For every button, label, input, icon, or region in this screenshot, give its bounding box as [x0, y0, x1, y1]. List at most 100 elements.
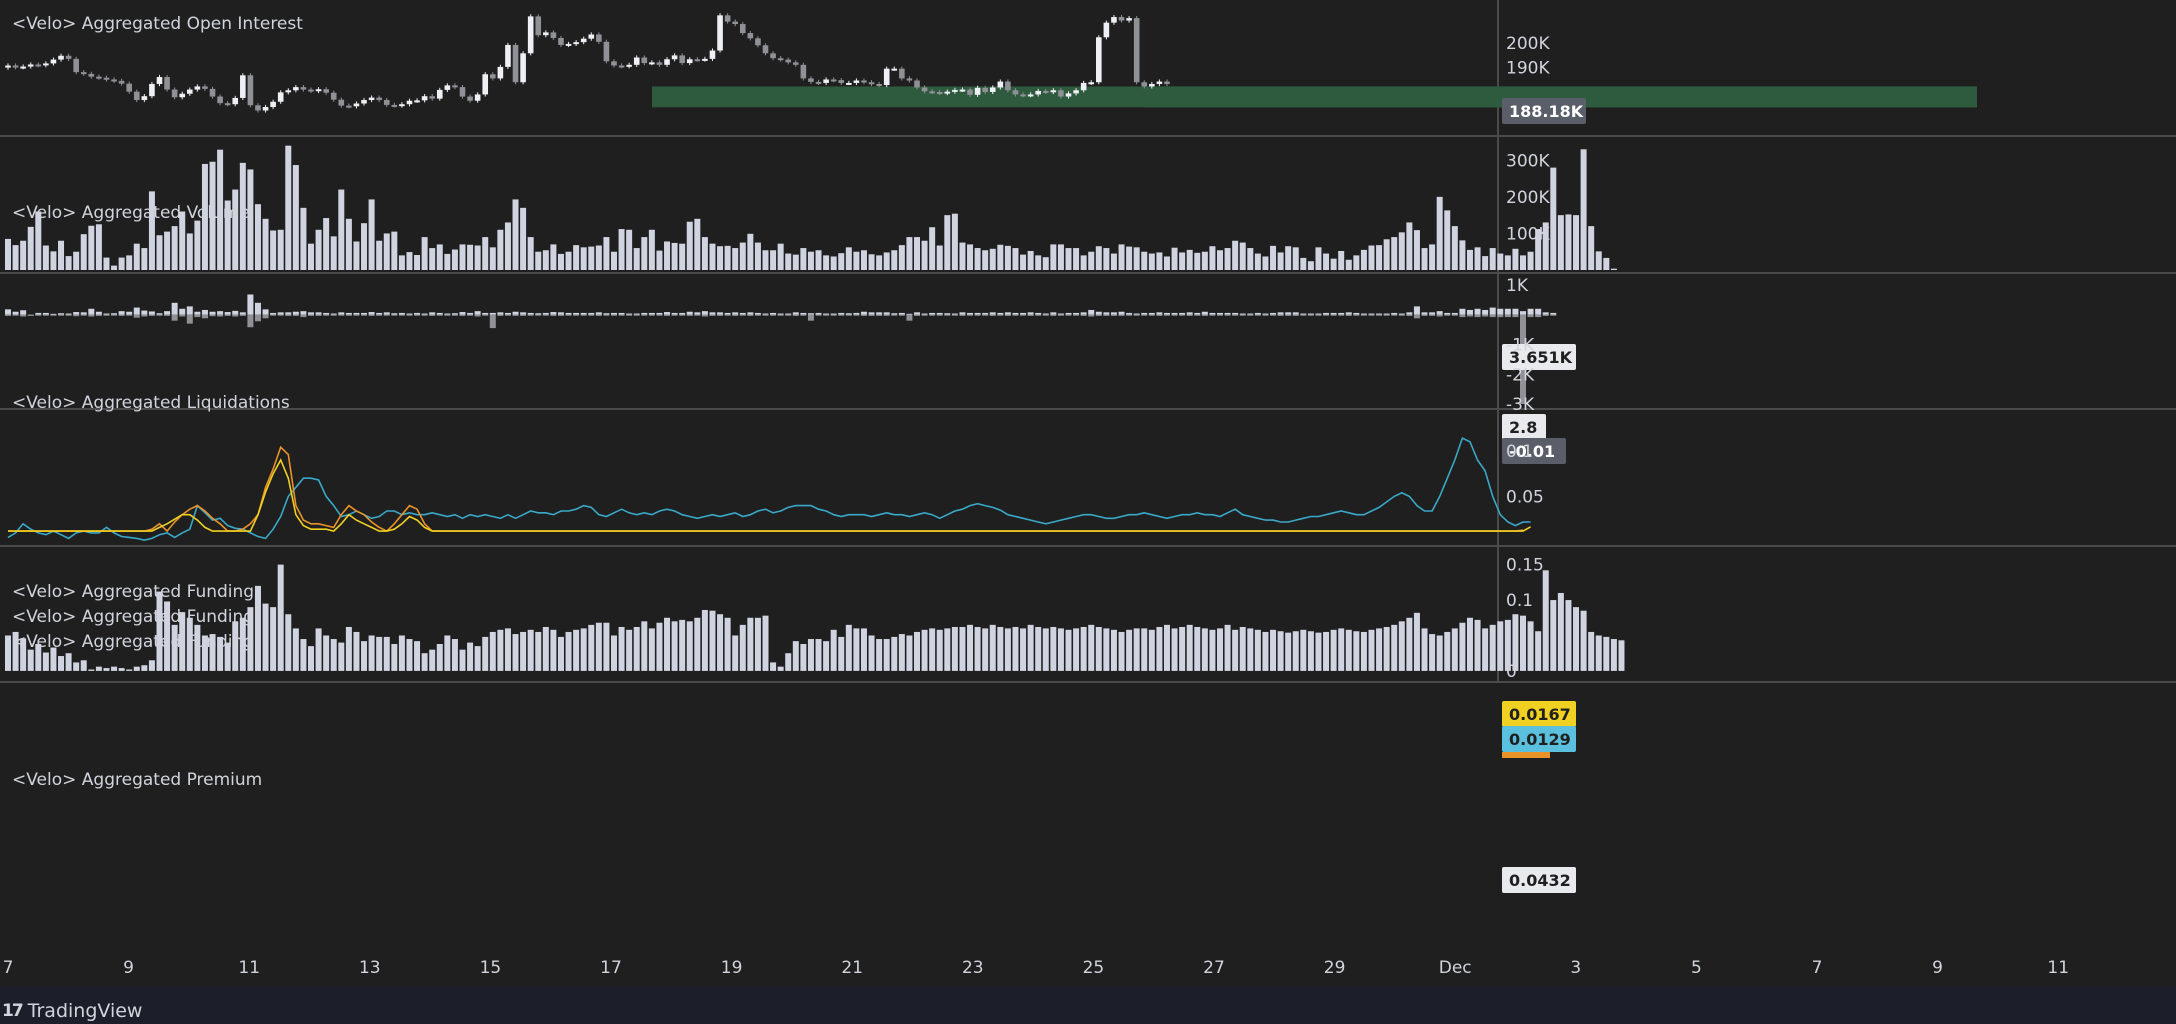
liquidation-short-bar [398, 314, 405, 316]
premium-bar [1603, 636, 1610, 671]
liquidation-short-bar [73, 314, 80, 317]
oi-candle [293, 87, 299, 91]
premium-bar [436, 643, 443, 671]
oi-candle [414, 100, 420, 103]
liquidation-long-bar [1338, 312, 1345, 315]
liquidation-short-bar [459, 314, 466, 316]
oi-candle [482, 74, 489, 95]
oi-candle [262, 106, 269, 111]
volume-bar [292, 165, 299, 270]
liquidation-long-bar [1489, 307, 1496, 315]
oi-candle [474, 94, 481, 101]
liquidation-long-bar [679, 312, 686, 315]
liquidation-short-bar [345, 314, 352, 316]
premium-bar [1148, 629, 1155, 671]
liquidation-short-bar [512, 314, 519, 316]
oi-candle [65, 55, 72, 59]
premium-bar [111, 666, 118, 671]
premium-bar [1050, 626, 1057, 671]
liquidation-short-bar [944, 314, 951, 316]
volume-bar [1194, 252, 1201, 270]
oi-candle [490, 74, 496, 79]
premium-bar [1421, 628, 1428, 671]
volume-bar [701, 237, 708, 270]
premium-bar [641, 621, 648, 671]
oi-candle [550, 32, 557, 38]
liquidation-short-bar [671, 314, 678, 316]
liquidation-short-bar [1217, 314, 1223, 316]
volume-bar [815, 250, 822, 270]
liquidation-long-bar [1474, 308, 1481, 315]
premium-bar [80, 660, 87, 671]
premium-bar [550, 629, 557, 671]
volume-bar [444, 253, 451, 270]
volume-bar [785, 253, 792, 270]
oi-candle [27, 64, 34, 67]
time-label: 21 [841, 958, 863, 978]
liquidation-short-bar [414, 314, 421, 316]
premium-bar [845, 624, 852, 671]
liquidation-long-bar [906, 313, 913, 315]
premium-bar [944, 628, 951, 671]
volume-bar [1232, 240, 1239, 270]
premium-bar [1277, 631, 1284, 671]
liquidation-short-bar [164, 314, 171, 316]
liquidation-long-bar [406, 313, 413, 315]
oi-candle [899, 68, 905, 79]
oi-candle [1020, 94, 1026, 97]
liquidation-short-bar [224, 314, 231, 316]
oi-candle [58, 55, 64, 60]
volume-bar [550, 244, 557, 270]
tradingview-logo[interactable]: 17 TradingView [2, 1000, 142, 1022]
premium-bar [883, 639, 890, 671]
volume-bar [709, 243, 716, 270]
liquidation-short-bar [929, 314, 936, 316]
liquidation-long-bar [20, 310, 27, 315]
oi-candle [808, 78, 814, 82]
volume-bar [974, 248, 981, 270]
oi-candle [255, 105, 261, 111]
oi-candle [686, 59, 693, 64]
liquidation-long-bar [156, 313, 163, 315]
liquidation-short-bar [1436, 314, 1443, 317]
liquidation-long-bar [429, 312, 436, 315]
premium-bar [1118, 631, 1125, 671]
oi-candle [353, 103, 360, 107]
volume-bar [664, 241, 671, 270]
volume-bar [1118, 244, 1125, 270]
time-label: 3 [1570, 958, 1581, 978]
liquidation-long-bar [701, 311, 708, 315]
liquidation-long-bar [815, 312, 822, 315]
volume-bar [830, 256, 837, 270]
premium-bar [527, 629, 534, 671]
oi-candle [103, 77, 110, 80]
volume-bar [679, 243, 686, 270]
premium-bar [414, 641, 421, 671]
premium-bar [1179, 626, 1186, 671]
liquidation-short-bar [626, 314, 633, 316]
liquidation-short-bar [1466, 314, 1473, 317]
liquidation-short-bar [1262, 314, 1269, 316]
premium-bar [1489, 624, 1496, 671]
liquidation-long-bar [648, 312, 655, 315]
premium-bar [1565, 600, 1572, 671]
liquidation-short-bar [838, 314, 845, 316]
volume-bar [1277, 252, 1284, 270]
liquidation-short-bar [694, 314, 701, 316]
chart-canvas: 200K180K190K188.18K300K200K100K3.651K1K-… [0, 0, 2176, 986]
liquidation-short-bar [1239, 314, 1246, 316]
funding-last-orange-partial [1502, 752, 1550, 758]
premium-bar [1201, 628, 1208, 671]
oi-candle [111, 79, 117, 82]
time-label: 27 [1203, 958, 1225, 978]
volume-bar [557, 253, 564, 270]
liquidation-long-bar [217, 311, 224, 315]
premium-bar [1095, 626, 1102, 671]
volume-bar [141, 248, 148, 270]
oi-candle [709, 50, 716, 59]
oi-candle [171, 89, 178, 98]
premium-bar [785, 653, 792, 671]
liquidation-long-bar [247, 294, 254, 315]
liquidation-short-bar [1285, 314, 1292, 316]
volume-bar [580, 247, 587, 270]
